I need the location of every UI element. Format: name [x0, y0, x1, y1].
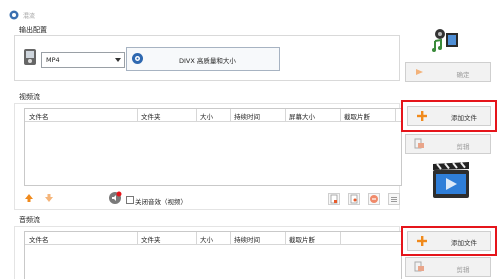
- column-header: 文件夹: [141, 236, 161, 244]
- close-audio-label: 关闭音效（视频）: [135, 198, 187, 206]
- format-select[interactable]: MP4: [41, 52, 125, 68]
- audio-add-file-button[interactable]: 添加文件: [407, 231, 491, 251]
- output-section: MP4 DIVX 高质量和大小: [14, 35, 400, 81]
- media-film-icon: [430, 27, 464, 53]
- close-audio-checkbox[interactable]: [126, 196, 134, 204]
- clapperboard-icon: [431, 160, 471, 200]
- column-header: 文件名: [29, 113, 49, 121]
- column-header: 截取片断: [289, 236, 315, 244]
- column-header: 截取片断: [344, 113, 370, 121]
- sound-icon: [109, 191, 122, 204]
- column-header: 文件名: [29, 236, 49, 244]
- output-section-label: 输出配置: [19, 26, 47, 34]
- audio-add-file-highlight: 添加文件: [401, 226, 497, 256]
- clip-edit-icon: [414, 261, 424, 272]
- audio-edit-button[interactable]: 剪辑: [405, 257, 491, 277]
- column-header: 屏幕大小: [289, 113, 315, 121]
- remove-tool-button[interactable]: [368, 193, 380, 205]
- divx-disc-icon: [132, 53, 143, 64]
- video-file-table[interactable]: 文件名 文件夹 大小 持续时间 屏幕大小 截取片断: [24, 108, 402, 186]
- format-select-value: MP4: [46, 56, 60, 64]
- app-logo-icon: [9, 10, 19, 20]
- subtitle-tool-button[interactable]: [328, 193, 340, 205]
- video-section-label: 视频流: [19, 93, 40, 101]
- video-edit-button[interactable]: 剪辑: [405, 134, 491, 154]
- table-header: 文件名 文件夹 大小 持续时间 截取片断: [25, 232, 401, 245]
- remove-icon: [370, 195, 378, 203]
- chevron-down-icon: [115, 58, 121, 62]
- move-up-icon[interactable]: [24, 193, 34, 203]
- list-icon: [391, 197, 397, 202]
- audio-file-table[interactable]: 文件名 文件夹 大小 持续时间 截取片断: [24, 231, 402, 279]
- column-header: 文件夹: [141, 113, 161, 121]
- quality-preset-button[interactable]: DIVX 高质量和大小: [126, 47, 280, 71]
- clip-edit-icon: [414, 138, 424, 149]
- effect-tool-button[interactable]: [348, 193, 360, 205]
- column-header: 大小: [200, 113, 213, 121]
- column-header: 持续时间: [234, 236, 260, 244]
- plus-icon: [417, 111, 427, 121]
- effect-icon: [350, 194, 358, 204]
- quality-preset-label: DIVX 高质量和大小: [179, 57, 236, 65]
- video-add-file-button[interactable]: 添加文件: [407, 106, 491, 126]
- column-header: 持续时间: [234, 113, 260, 121]
- list-tool-button[interactable]: [388, 193, 400, 205]
- video-add-file-highlight: 添加文件: [401, 100, 497, 132]
- window-title-bar: 混流: [8, 9, 68, 21]
- confirm-button[interactable]: 确定: [405, 62, 491, 82]
- table-header: 文件名 文件夹 大小 持续时间 屏幕大小 截取片断: [25, 109, 401, 122]
- plus-icon: [417, 236, 427, 246]
- audio-section-label: 音频流: [19, 216, 40, 224]
- document-icon: [330, 194, 338, 204]
- window-title: 混流: [23, 13, 36, 20]
- move-down-icon[interactable]: [44, 193, 54, 203]
- arrow-right-icon: [416, 69, 423, 75]
- format-device-icon: [23, 48, 37, 66]
- column-header: 大小: [200, 236, 213, 244]
